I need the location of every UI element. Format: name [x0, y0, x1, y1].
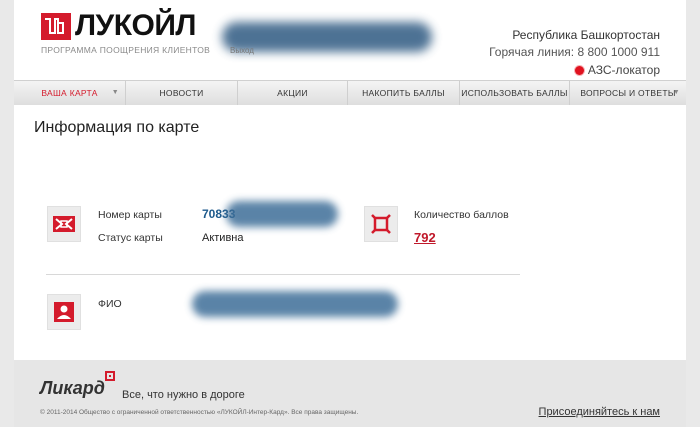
nav-item-label: ВОПРОСЫ И ОТВЕТЫ — [580, 88, 676, 98]
nav-item-promotions[interactable]: АКЦИИ — [238, 81, 348, 105]
nav-item-use-points[interactable]: ИСПОЛЬЗОВАТЬ БАЛЛЫ — [460, 81, 570, 105]
footer: Ликард Все, что нужно в дороге © 2011-20… — [14, 360, 686, 427]
points-value-link[interactable]: 792 — [414, 230, 436, 245]
join-us-link[interactable]: Присоединяйтесь к нам — [539, 406, 660, 418]
nav-item-your-card[interactable]: ВАША КАРТА ▼ — [14, 81, 126, 105]
main-nav: ВАША КАРТА ▼ НОВОСТИ АКЦИИ НАКОПИТЬ БАЛЛ… — [14, 80, 686, 106]
nav-item-news[interactable]: НОВОСТИ — [126, 81, 238, 105]
points-icon — [371, 214, 391, 234]
page-title: Информация по карте — [34, 119, 200, 136]
header: ЛУКОЙЛ ПРОГРАММА ПООЩРЕНИЯ КЛИЕНТОВ Выхо… — [14, 0, 686, 80]
caret-down-icon: ▼ — [672, 89, 680, 96]
nav-item-label: ВАША КАРТА — [41, 88, 98, 98]
lukoil-logo[interactable]: ЛУКОЙЛ — [41, 9, 196, 42]
nav-item-faq[interactable]: ВОПРОСЫ И ОТВЕТЫ ▼ — [570, 81, 686, 105]
fio-label: ФИО — [98, 298, 122, 310]
logo-text: ЛУКОЙЛ — [75, 9, 196, 42]
left-gutter — [0, 0, 14, 427]
program-subtitle: ПРОГРАММА ПООЩРЕНИЯ КЛИЕНТОВ — [41, 45, 211, 55]
card-number-label: Номер карты — [98, 209, 162, 221]
likard-logo[interactable]: Ликард — [40, 378, 105, 399]
card-status-value: Активна — [202, 232, 244, 244]
points-label: Количество баллов — [414, 209, 509, 221]
redacted-full-name — [192, 291, 398, 317]
nav-item-label: АКЦИИ — [277, 88, 308, 98]
nav-item-label: НОВОСТИ — [159, 88, 204, 98]
logout-link[interactable]: Выход — [230, 46, 254, 55]
lukoil-logo-mark-icon — [41, 12, 71, 40]
section-divider — [46, 274, 520, 275]
card-status-label: Статус карты — [98, 232, 163, 244]
nav-item-earn-points[interactable]: НАКОПИТЬ БАЛЛЫ — [348, 81, 460, 105]
hotline-text: Горячая линия: 8 800 1000 911 — [489, 45, 660, 59]
nav-item-label: ИСПОЛЬЗОВАТЬ БАЛЛЫ — [461, 88, 568, 98]
redacted-card-number — [226, 201, 338, 227]
region-selector[interactable]: Республика Башкортостан — [512, 28, 660, 42]
card-icon-box — [47, 206, 81, 242]
right-gutter — [686, 0, 700, 427]
card-icon — [53, 216, 75, 232]
user-icon-box — [47, 294, 81, 330]
nav-item-label: НАКОПИТЬ БАЛЛЫ — [362, 88, 445, 98]
page: ЛУКОЙЛ ПРОГРАММА ПООЩРЕНИЯ КЛИЕНТОВ Выхо… — [14, 0, 686, 427]
likard-mark-icon — [105, 371, 115, 381]
location-dot-icon — [574, 65, 584, 75]
copyright-text: © 2011-2014 Общество с ограниченной отве… — [40, 409, 359, 416]
footer-slogan: Все, что нужно в дороге — [122, 389, 245, 401]
points-icon-box — [364, 206, 398, 242]
caret-down-icon: ▼ — [111, 89, 119, 96]
azs-locator-link[interactable]: АЗС-локатор — [574, 63, 660, 77]
card-info-panel: Информация по карте Номер карты 70833 Ст… — [14, 105, 686, 360]
user-icon — [54, 302, 74, 322]
azs-locator-label: АЗС-локатор — [587, 63, 660, 77]
